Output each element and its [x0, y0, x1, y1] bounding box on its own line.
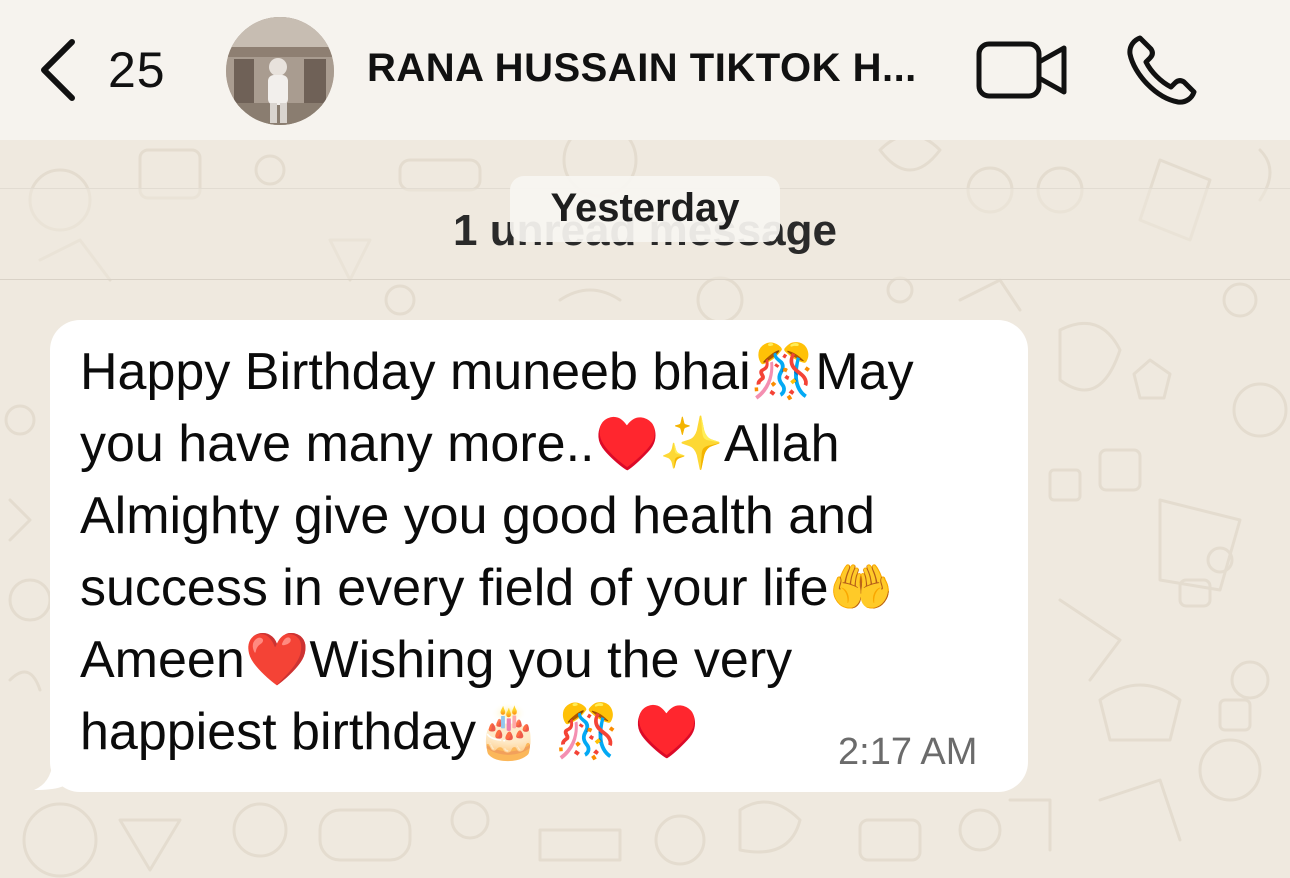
voice-call-button[interactable]: [1126, 34, 1200, 111]
back-button[interactable]: 25: [38, 38, 166, 102]
message-text: Happy Birthday muneeb bhai🎊May you have …: [80, 343, 914, 761]
video-camera-icon: [976, 41, 1068, 104]
chevron-left-icon: [38, 38, 78, 102]
chat-header: 25 RANA HUSSAIN TIKTOK H...: [0, 0, 1290, 140]
contact-name[interactable]: RANA HUSSAIN TIKTOK H...: [367, 46, 917, 91]
unread-chats-count: 25: [108, 42, 166, 98]
phone-icon: [1126, 35, 1200, 110]
avatar[interactable]: [226, 17, 334, 125]
date-separator: Yesterday: [510, 176, 780, 242]
video-call-button[interactable]: [976, 40, 1068, 105]
message-timestamp: 2:17 AM: [838, 731, 978, 773]
